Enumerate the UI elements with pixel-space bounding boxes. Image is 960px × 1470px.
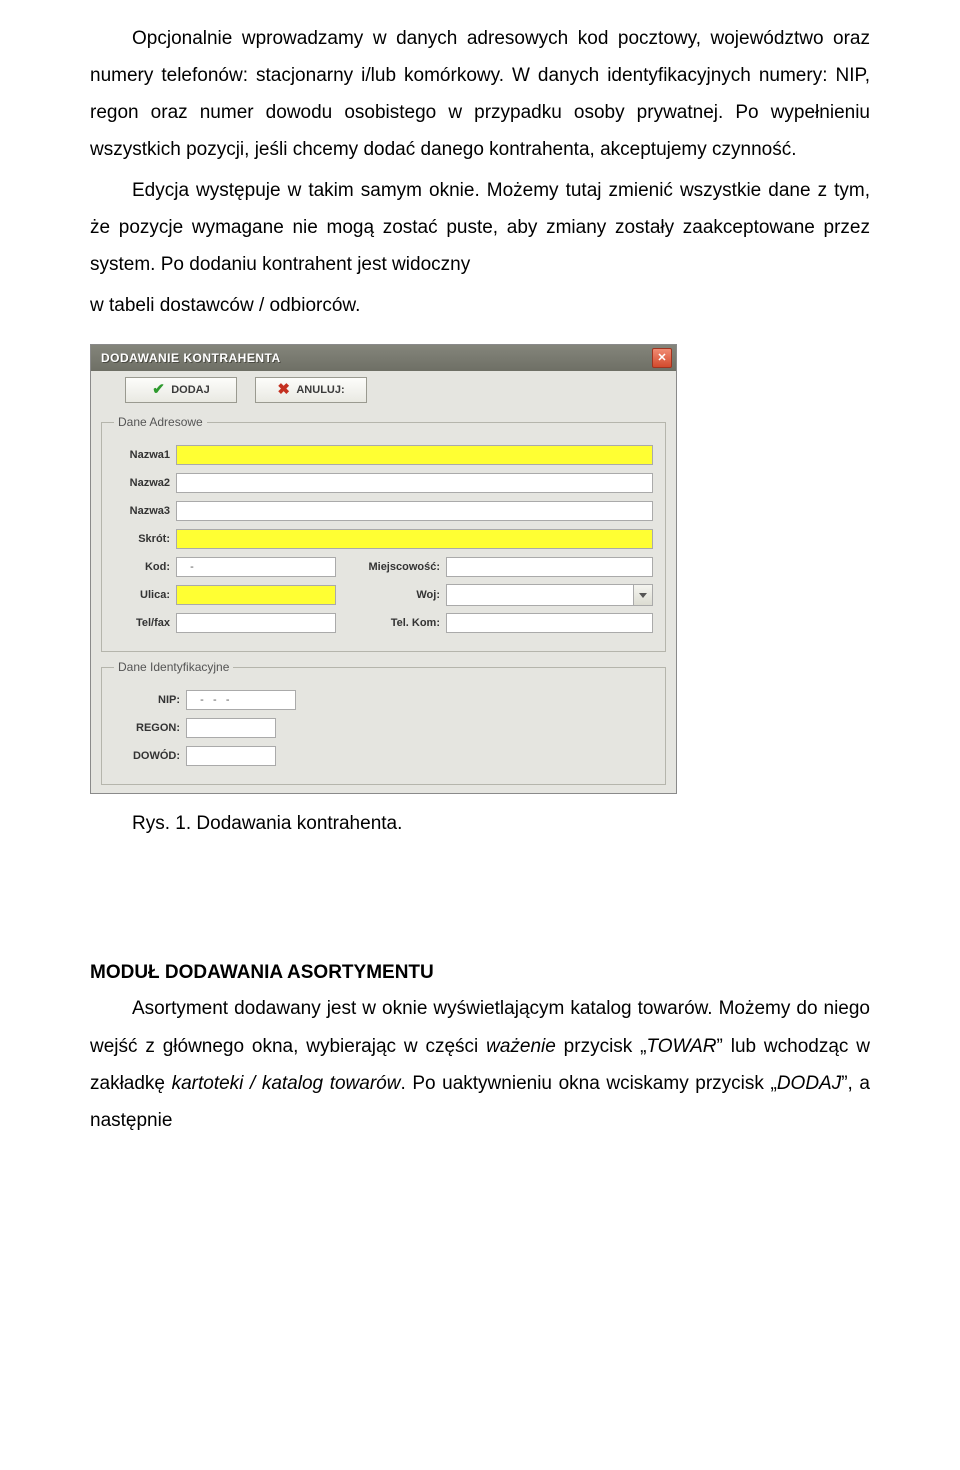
add-button-label: DODAJ bbox=[171, 384, 210, 396]
input-regon[interactable] bbox=[186, 718, 276, 738]
label-regon: REGON: bbox=[114, 722, 186, 734]
label-nazwa3: Nazwa3 bbox=[114, 505, 176, 517]
id-group: Dane Identyfikacyjne NIP: REGON: DOWÓD: bbox=[101, 660, 666, 785]
paragraph-2b: w tabeli dostawców / odbiorców. bbox=[90, 287, 870, 324]
id-group-legend: Dane Identyfikacyjne bbox=[114, 660, 233, 674]
p3-s2: przycisk „ bbox=[556, 1036, 647, 1057]
p3-i2: TOWAR bbox=[647, 1036, 717, 1057]
p3-i1: ważenie bbox=[486, 1036, 556, 1057]
dialog-title: DODAWANIE KONTRAHENTA bbox=[101, 351, 281, 365]
figure-caption: Rys. 1. Dodawania kontrahenta. bbox=[132, 806, 870, 842]
label-ulica: Ulica: bbox=[114, 589, 176, 601]
cancel-button-label: ANULUJ: bbox=[296, 384, 344, 396]
label-telfax: Tel/fax bbox=[114, 617, 176, 629]
input-dowod[interactable] bbox=[186, 746, 276, 766]
input-telfax[interactable] bbox=[176, 613, 336, 633]
add-contractor-dialog: DODAWANIE KONTRAHENTA ✕ ✔ DODAJ ✖ ANULUJ… bbox=[90, 344, 677, 794]
select-woj[interactable] bbox=[446, 584, 653, 606]
label-nip: NIP: bbox=[114, 694, 186, 706]
label-nazwa1: Nazwa1 bbox=[114, 449, 176, 461]
paragraph-1: Opcjonalnie wprowadzamy w danych adresow… bbox=[90, 20, 870, 168]
input-ulica[interactable] bbox=[176, 585, 336, 605]
dialog-screenshot: DODAWANIE KONTRAHENTA ✕ ✔ DODAJ ✖ ANULUJ… bbox=[90, 344, 870, 794]
add-button[interactable]: ✔ DODAJ bbox=[125, 377, 237, 403]
input-kod[interactable] bbox=[176, 557, 336, 577]
chevron-down-icon bbox=[639, 593, 647, 598]
label-skrot: Skrót: bbox=[114, 533, 176, 545]
address-group: Dane Adresowe Nazwa1 Nazwa2 Nazwa3 Skrót… bbox=[101, 415, 666, 652]
label-nazwa2: Nazwa2 bbox=[114, 477, 176, 489]
input-miejscowosc[interactable] bbox=[446, 557, 653, 577]
input-nazwa2[interactable] bbox=[176, 473, 653, 493]
paragraph-2a: Edycja występuje w takim samym oknie. Mo… bbox=[90, 172, 870, 283]
label-woj: Woj: bbox=[336, 589, 446, 601]
select-woj-arrow[interactable] bbox=[633, 585, 652, 605]
dialog-titlebar: DODAWANIE KONTRAHENTA ✕ bbox=[91, 345, 676, 371]
input-nip[interactable] bbox=[186, 690, 296, 710]
input-nazwa3[interactable] bbox=[176, 501, 653, 521]
section-heading: MODUŁ DODAWANIA ASORTYMENTU bbox=[90, 962, 870, 984]
check-icon: ✔ bbox=[152, 383, 166, 397]
close-button[interactable]: ✕ bbox=[652, 348, 672, 368]
input-nazwa1[interactable] bbox=[176, 445, 653, 465]
label-dowod: DOWÓD: bbox=[114, 750, 186, 762]
address-group-legend: Dane Adresowe bbox=[114, 415, 207, 429]
input-skrot[interactable] bbox=[176, 529, 653, 549]
p3-i4: DODAJ bbox=[777, 1073, 841, 1094]
x-icon: ✖ bbox=[277, 383, 291, 397]
p3-s4: . Po uaktywnieniu okna wciskamy przycisk… bbox=[400, 1073, 776, 1094]
label-kod: Kod: bbox=[114, 561, 176, 573]
cancel-button[interactable]: ✖ ANULUJ: bbox=[255, 377, 367, 403]
label-telkom: Tel. Kom: bbox=[336, 617, 446, 629]
select-woj-body[interactable] bbox=[447, 585, 633, 605]
paragraph-3: Asortyment dodawany jest w oknie wyświet… bbox=[90, 990, 870, 1138]
input-telkom[interactable] bbox=[446, 613, 653, 633]
label-miejscowosc: Miejscowość: bbox=[336, 561, 446, 573]
close-icon: ✕ bbox=[657, 353, 666, 364]
dialog-toolbar: ✔ DODAJ ✖ ANULUJ: bbox=[91, 371, 676, 407]
p3-i3: kartoteki / katalog towarów bbox=[172, 1073, 401, 1094]
